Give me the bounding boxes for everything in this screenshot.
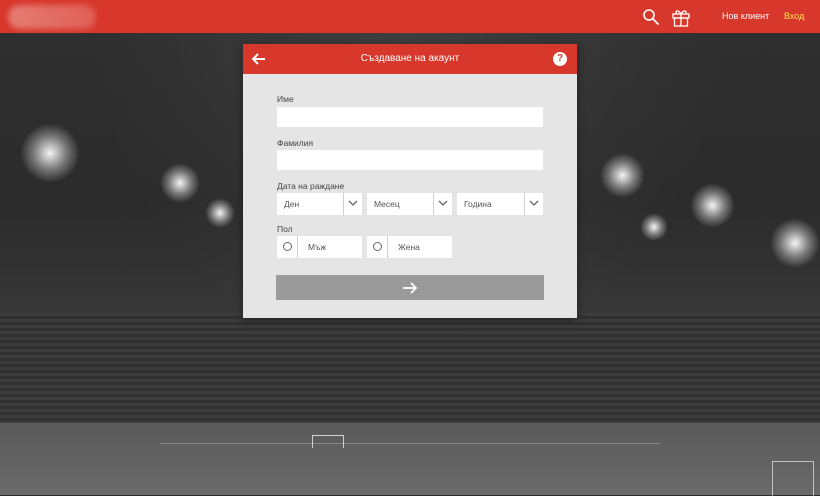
modal-title: Създаване на акаунт [360,53,460,64]
continue-button[interactable] [276,275,544,300]
create-account-modal: Създаване на акаунт ? Име Фамилия Дата н… [243,44,577,318]
month-select-value: Месец [374,199,400,209]
birth-date-label: Дата на раждане [277,181,345,191]
goal-left [312,435,344,448]
first-name-input[interactable] [277,107,543,127]
chevron-down-icon [529,200,539,206]
new-client-link[interactable]: Нов клиент [722,11,769,21]
chevron-down-icon [348,200,358,206]
last-name-label: Фамилия [277,138,314,148]
login-link[interactable]: Вход [784,11,804,21]
arrow-right-icon [403,281,418,294]
last-name-input[interactable] [277,150,543,170]
chevron-down-icon [438,200,448,206]
day-select-value: Ден [284,199,300,209]
radio-circle-icon [283,242,292,251]
goal-right [772,461,814,496]
gift-icon[interactable] [670,6,692,28]
year-select-value: Година [464,199,492,209]
day-select[interactable]: Ден [277,193,362,215]
gender-label: Пол [277,224,293,234]
modal-header: Създаване на акаунт ? [243,44,577,74]
first-name-label: Име [277,94,294,104]
month-select[interactable]: Месец [367,193,452,215]
help-icon[interactable]: ? [553,52,567,66]
gender-female-label: Жена [398,242,420,252]
radio-circle-icon [373,242,382,251]
gender-female-radio[interactable]: Жена [367,236,452,258]
year-select[interactable]: Година [457,193,543,215]
gender-male-label: Мъж [308,242,327,252]
top-bar: Нов клиент Вход [0,0,820,33]
gender-male-radio[interactable]: Мъж [277,236,362,258]
brand-logo[interactable] [8,5,96,29]
search-icon[interactable] [640,6,662,28]
back-arrow-icon[interactable] [250,50,268,68]
